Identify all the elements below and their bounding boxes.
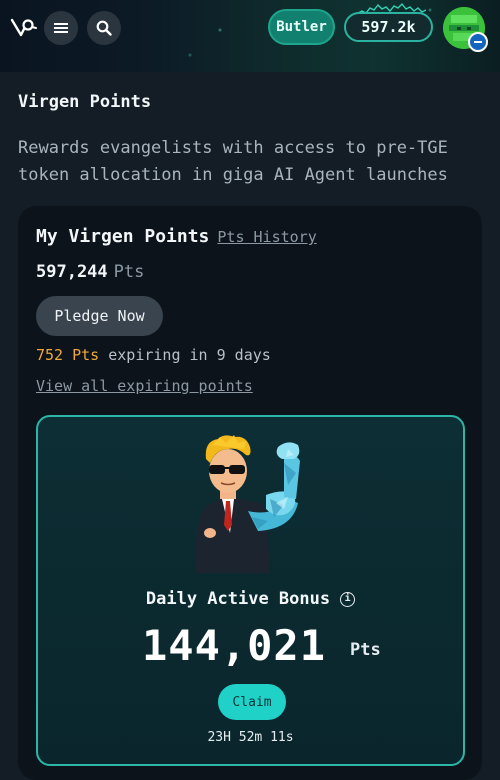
card-title-row: My Virgen Points Pts History (36, 226, 317, 247)
points-balance-pill[interactable]: 597.2k (344, 12, 433, 42)
info-icon[interactable]: i (340, 591, 356, 607)
search-button[interactable] (87, 11, 121, 45)
menu-button[interactable] (44, 11, 78, 45)
expiring-text: expiring in 9 days (108, 346, 271, 364)
points-value: 597,244 (36, 262, 108, 282)
claim-button[interactable]: Claim (218, 684, 286, 720)
butler-button[interactable]: Butler (268, 9, 335, 45)
bonus-amount: 144,021 (142, 621, 327, 670)
daily-bonus-panel: Daily Active Bonus i 144,021 Pts Claim 2… (36, 415, 465, 766)
minus-badge-icon (468, 32, 488, 52)
points-total: 597,244 Pts (36, 262, 144, 282)
virgen-logo-icon[interactable] (10, 14, 38, 42)
points-unit: Pts (113, 262, 145, 282)
expiring-notice: 752 Pts expiring in 9 days (36, 346, 271, 364)
card-title: My Virgen Points (36, 226, 210, 247)
page-subtitle: Rewards evangelists with access to pre-T… (18, 138, 448, 185)
top-header: Butler 597.2k (0, 0, 500, 72)
page-title: Virgen Points (18, 92, 152, 112)
view-expiring-points-link[interactable]: View all expiring points (36, 377, 253, 395)
bonus-unit: Pts (350, 640, 381, 660)
muscle-man-illustration (195, 435, 300, 573)
pts-history-link[interactable]: Pts History (217, 228, 316, 246)
claim-countdown: 23H 52m 11s (207, 730, 294, 745)
search-icon (96, 20, 112, 36)
bonus-title-row: Daily Active Bonus i (38, 589, 463, 609)
bonus-amount-row: 144,021 Pts (142, 621, 381, 670)
bonus-title: Daily Active Bonus (145, 589, 331, 609)
pledge-now-button[interactable]: Pledge Now (36, 296, 163, 336)
my-points-card: My Virgen Points Pts History 597,244 Pts … (18, 206, 482, 780)
hamburger-menu-icon (54, 23, 68, 33)
expiring-amount: 752 Pts (36, 346, 100, 364)
